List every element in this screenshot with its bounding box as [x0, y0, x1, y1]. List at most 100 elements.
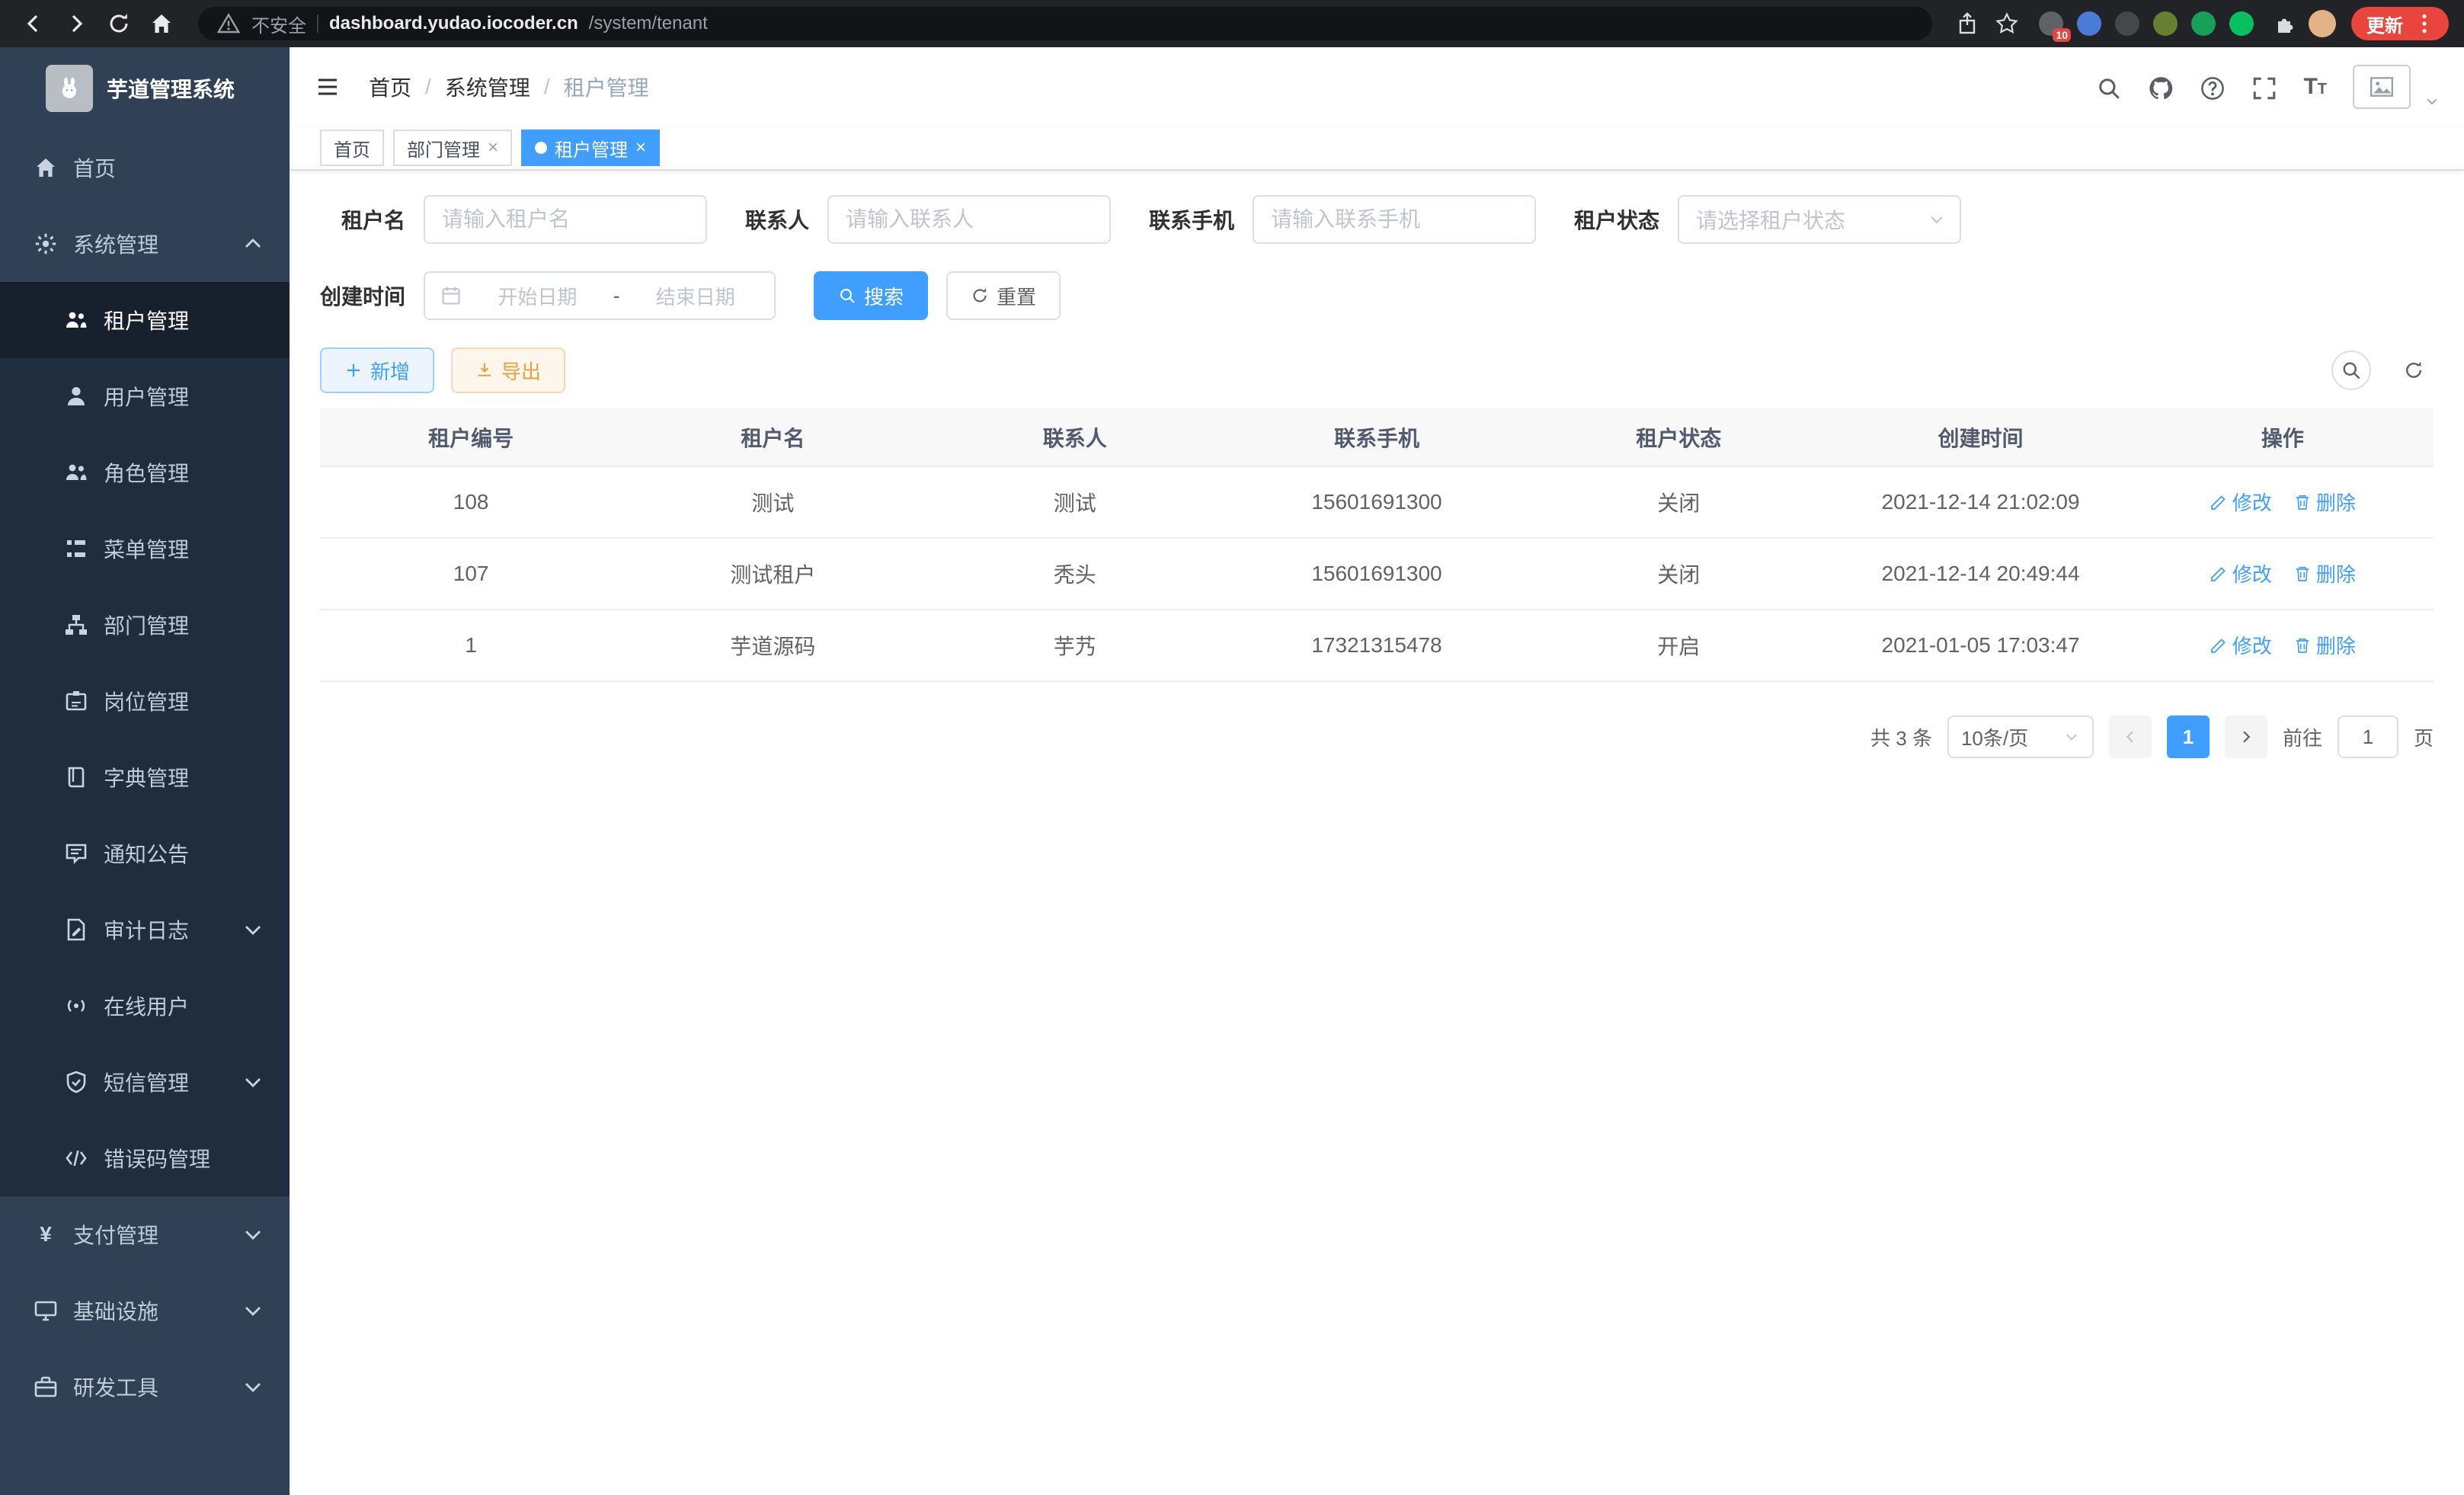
- edit-link[interactable]: 修改: [2210, 631, 2272, 659]
- delete-link[interactable]: 删除: [2293, 559, 2356, 587]
- reset-button[interactable]: 重置: [946, 271, 1061, 320]
- tab-2[interactable]: 租户管理×: [521, 130, 660, 166]
- breadcrumb-item[interactable]: 首页: [369, 72, 411, 102]
- sidebar-item-label: 菜单管理: [104, 533, 189, 564]
- date-range-picker[interactable]: 开始日期 - 结束日期: [424, 271, 776, 320]
- edit-icon: [2210, 636, 2228, 655]
- reload-button[interactable]: [101, 5, 137, 42]
- sidebar-item[interactable]: 在线用户: [0, 968, 290, 1044]
- share-button[interactable]: [1950, 7, 1984, 40]
- back-button[interactable]: [15, 5, 52, 42]
- page-content: 租户名 联系人 联系手机 租户状态 请选择租户状态: [290, 171, 2464, 1495]
- add-button[interactable]: 新增: [320, 347, 434, 393]
- edit-link[interactable]: 修改: [2210, 488, 2272, 516]
- close-icon[interactable]: ×: [635, 139, 646, 157]
- header-search-button[interactable]: [2096, 72, 2122, 101]
- sidebar-item[interactable]: 研发工具: [0, 1349, 290, 1425]
- extension-badged-icon[interactable]: 10: [2039, 11, 2063, 36]
- sidebar-item[interactable]: 租户管理: [0, 282, 290, 358]
- app-logo[interactable]: 芋道管理系统: [0, 47, 290, 130]
- infra-monitor-icon: [34, 1298, 58, 1323]
- sidebar-item[interactable]: 字典管理: [0, 739, 290, 815]
- refresh-table-button[interactable]: [2394, 351, 2434, 390]
- sidebar-item[interactable]: 用户管理: [0, 358, 290, 434]
- status-select[interactable]: 请选择租户状态: [1678, 195, 1961, 244]
- delete-link[interactable]: 删除: [2293, 488, 2356, 516]
- sidebar-toggle-button[interactable]: [311, 70, 344, 104]
- contact-input[interactable]: [827, 195, 1111, 244]
- puzzle-icon: [2274, 11, 2298, 36]
- sidebar-item[interactable]: 短信管理: [0, 1044, 290, 1120]
- sidebar-item[interactable]: 岗位管理: [0, 663, 290, 739]
- tenant-name-input[interactable]: [424, 195, 707, 244]
- goto-page-input[interactable]: [2338, 715, 2398, 758]
- sidebar-item[interactable]: ¥支付管理: [0, 1196, 290, 1273]
- help-button[interactable]: [2200, 72, 2226, 101]
- sidebar-item[interactable]: 审计日志: [0, 892, 290, 968]
- fullscreen-button[interactable]: [2251, 72, 2277, 101]
- cell-contact: 芋艿: [924, 610, 1226, 681]
- chevron-down-icon: [241, 1070, 265, 1094]
- sidebar-item-label: 角色管理: [104, 457, 189, 488]
- avatar-caret-icon[interactable]: [2424, 94, 2440, 109]
- extension-blue-icon[interactable]: [2077, 11, 2101, 36]
- delete-label: 删除: [2316, 631, 2356, 659]
- sidebar-item[interactable]: 部门管理: [0, 587, 290, 663]
- table-row[interactable]: 108测试测试15601691300关闭2021-12-14 21:02:09修…: [320, 466, 2434, 538]
- next-page-button[interactable]: [2225, 715, 2267, 758]
- sidebar-item[interactable]: 菜单管理: [0, 511, 290, 587]
- profile-avatar[interactable]: [2309, 10, 2336, 37]
- home-button[interactable]: [143, 5, 180, 42]
- extension-dark-icon[interactable]: [2115, 11, 2139, 36]
- prev-page-button[interactable]: [2109, 715, 2152, 758]
- delete-link[interactable]: 删除: [2293, 631, 2356, 659]
- avatar[interactable]: [2353, 65, 2411, 109]
- close-icon[interactable]: ×: [488, 139, 498, 157]
- toggle-search-button[interactable]: [2331, 351, 2371, 390]
- fontsize-icon[interactable]: TT: [2303, 75, 2327, 98]
- extensions-puzzle-button[interactable]: [2269, 7, 2302, 40]
- logo-image: [46, 65, 93, 112]
- search-button[interactable]: 搜索: [814, 271, 928, 320]
- sidebar-item[interactable]: 角色管理: [0, 434, 290, 511]
- delete-label: 删除: [2316, 559, 2356, 587]
- sidebar-item-label: 错误码管理: [104, 1143, 210, 1173]
- app-title: 芋道管理系统: [107, 73, 235, 104]
- url-bar[interactable]: 不安全 dashboard.yudao.iocoder.cn /system/t…: [198, 7, 1932, 40]
- forward-button[interactable]: [58, 5, 94, 42]
- contact-label: 联系人: [745, 204, 809, 235]
- edit-link[interactable]: 修改: [2210, 559, 2272, 587]
- sidebar-item-label: 岗位管理: [104, 686, 189, 716]
- goto-label: 前往: [2283, 723, 2322, 751]
- sidebar-item[interactable]: 通知公告: [0, 815, 290, 892]
- cell-contact: 秃头: [924, 538, 1226, 610]
- table-row[interactable]: 1芋道源码芋艿17321315478开启2021-01-05 17:03:47修…: [320, 610, 2434, 681]
- tab-1[interactable]: 部门管理×: [393, 130, 512, 166]
- bookmark-star-button[interactable]: [1990, 7, 2024, 40]
- url-path: /system/tenant: [589, 13, 708, 34]
- tab-0[interactable]: 首页: [320, 130, 384, 166]
- tenant-name-label: 租户名: [320, 204, 405, 235]
- search-icon: [838, 287, 856, 305]
- breadcrumb-item[interactable]: 系统管理: [445, 72, 530, 102]
- rabbit-icon: [57, 76, 82, 101]
- phone-input[interactable]: [1253, 195, 1536, 244]
- page-size-select[interactable]: 10条/页: [1947, 715, 2094, 758]
- sidebar-item[interactable]: 基础设施: [0, 1273, 290, 1349]
- github-button[interactable]: [2148, 72, 2174, 101]
- column-header: 联系手机: [1226, 408, 1528, 466]
- sidebar-item[interactable]: 首页: [0, 130, 290, 206]
- update-button[interactable]: 更新: [2351, 7, 2449, 40]
- extension-olive-icon[interactable]: [2153, 11, 2178, 36]
- chevron-down-icon: [241, 1298, 265, 1323]
- sidebar-item[interactable]: 错误码管理: [0, 1120, 290, 1196]
- page-number-button[interactable]: 1: [2167, 715, 2210, 758]
- extension-chat-icon[interactable]: [2229, 11, 2254, 36]
- table-row[interactable]: 107测试租户秃头15601691300关闭2021-12-14 20:49:4…: [320, 538, 2434, 610]
- export-button[interactable]: 导出: [451, 347, 565, 393]
- role-users-icon: [64, 460, 88, 485]
- chevron-right-icon: [2237, 728, 2255, 746]
- extension-green-ring-icon[interactable]: [2191, 11, 2216, 36]
- sidebar-item[interactable]: 系统管理: [0, 206, 290, 282]
- total-count: 共 3 条: [1870, 723, 1932, 751]
